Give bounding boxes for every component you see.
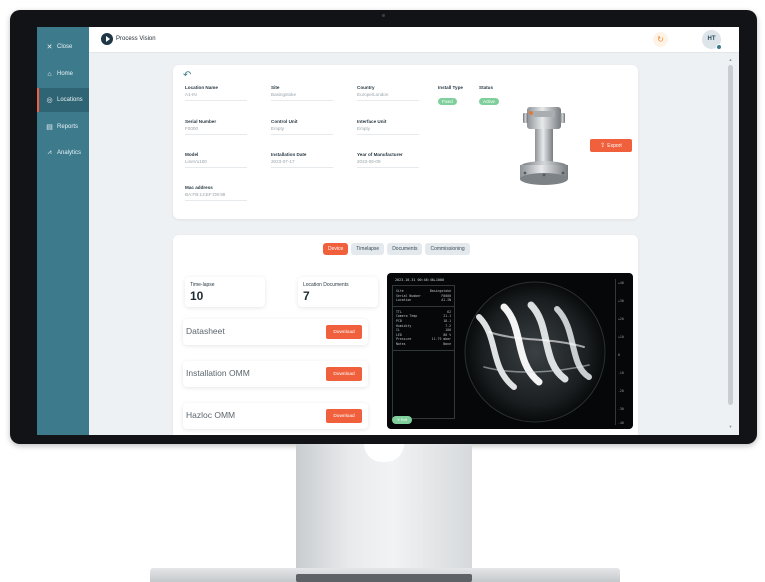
play-logo-icon [101, 33, 113, 45]
document-name: Datasheet [186, 326, 225, 336]
field-year-of-manufacturer: Year of Manufacturer 2023-06-09 [357, 152, 427, 168]
webcam-dot [382, 14, 385, 17]
sidebar-item-label: Close [57, 44, 73, 50]
sidebar-item-analytics[interactable]: ⩘ Analytics [37, 141, 89, 165]
camera-info-panel: Site Basingstoke Serial Number F0000 Locat… [392, 285, 455, 419]
install-type-badge: Fixed [438, 98, 457, 105]
depth-scale: +40 +30 +20 +10 0 -10 -20 -30 -40 [615, 279, 631, 425]
field-control-unit: Control Unit Empty [271, 119, 341, 135]
device-tabs: Device Timelapse Documents Commissioning [323, 243, 473, 255]
monitor-stand [296, 444, 472, 572]
field-serial-number: Serial Number F0000 [185, 119, 255, 135]
app-name: Process Vision [116, 36, 156, 42]
sidebar-item-reports[interactable]: ▤ Reports [37, 115, 89, 139]
online-status-dot [716, 44, 722, 50]
analytics-icon: ⩘ [47, 149, 52, 156]
camera-exit-button[interactable]: ✕ Exit [392, 416, 412, 424]
device-panel-card: Device Timelapse Documents Commissioning… [173, 235, 638, 435]
sidebar-item-locations[interactable]: ◎ Locations [37, 88, 89, 112]
field-installation-date: Installation Date 2023-07-17 [271, 152, 341, 168]
camera-view-image [464, 281, 606, 423]
avatar[interactable]: HT [702, 30, 722, 50]
document-row: Datasheet Download [183, 319, 368, 345]
monitor-base-slot [296, 574, 472, 582]
sidebar: ✕ Close ⌂ Home ◎ Locations ▤ Reports ⩘ A… [37, 27, 89, 435]
app-logo[interactable]: Process Vision [101, 33, 156, 45]
camera-viewer[interactable]: 2023-10-31 00:48:46+1000 Site Basingstoke… [387, 273, 633, 429]
field-interface-unit: Interface Unit Empty [357, 119, 427, 135]
document-name: Hazloc OMM [186, 410, 236, 420]
sidebar-item-close[interactable]: ✕ Close [37, 35, 89, 59]
camera-readings: TTL 62 Camera Temp 21.1 PCB 18.1 Humidity 7.… [393, 307, 454, 351]
field-country: Country Europe/London [357, 85, 427, 101]
tab-documents[interactable]: Documents [387, 243, 423, 255]
field-install-type: Install Type Fixed [438, 85, 463, 105]
reports-icon: ▤ [46, 124, 53, 131]
field-mac-address: Mac address BA:FB:13:EF:D8:98 [185, 185, 255, 201]
download-button[interactable]: Download [326, 325, 362, 339]
location-icon: ◎ [46, 97, 53, 104]
scroll-thumb[interactable] [728, 65, 733, 405]
tab-commissioning[interactable]: Commissioning [425, 243, 470, 255]
field-site: Site Basingstoke [271, 85, 341, 101]
sidebar-item-home[interactable]: ⌂ Home [37, 62, 89, 86]
status-badge: Active [479, 98, 499, 105]
download-button[interactable]: Download [326, 367, 362, 381]
scroll-up-icon[interactable]: ▲ [727, 57, 734, 62]
monitor-frame: ✕ Close ⌂ Home ◎ Locations ▤ Reports ⩘ A… [10, 10, 757, 444]
app-screen: ✕ Close ⌂ Home ◎ Locations ▤ Reports ⩘ A… [37, 27, 739, 435]
export-icon: ⇪ [600, 143, 606, 149]
scroll-down-icon[interactable]: ▼ [727, 424, 734, 429]
top-bar: Process Vision ↻ HT [89, 27, 739, 53]
close-icon: ✕ [46, 44, 53, 51]
location-details-card: ↶ Location Name A1-IN Site Basingstoke C… [173, 65, 638, 219]
camera-timestamp: 2023-10-31 00:48:46+1000 [395, 278, 444, 282]
main-scrollbar[interactable]: ▲ ▼ [727, 57, 734, 429]
sidebar-item-label: Reports [57, 124, 79, 130]
home-icon: ⌂ [47, 70, 52, 78]
avatar-initials: HT [707, 36, 716, 42]
document-row: Installation OMM Download [183, 361, 368, 387]
tab-timelapse[interactable]: Timelapse [351, 243, 385, 255]
export-button-label: Export [607, 142, 622, 149]
device-image [520, 107, 568, 185]
sidebar-item-label: Home [57, 71, 74, 77]
timelapse-stat[interactable]: Time-lapse 10 [185, 277, 265, 307]
field-model: Model LineVu100 [185, 152, 255, 168]
back-arrow-icon[interactable]: ↶ [183, 70, 191, 81]
tab-device[interactable]: Device [323, 243, 349, 255]
sync-icon[interactable]: ↻ [653, 32, 668, 47]
sidebar-item-label: Analytics [57, 150, 82, 156]
document-name: Installation OMM [186, 368, 250, 378]
camera-meta: Site Basingstoke Serial Number F0000 Locat… [393, 286, 454, 307]
download-button[interactable]: Download [326, 409, 362, 423]
export-button[interactable]: ⇪ Export [590, 139, 632, 152]
sidebar-item-label: Locations [57, 97, 83, 103]
location-documents-stat[interactable]: Location Documents 7 [298, 277, 378, 307]
field-location-name: Location Name A1-IN [185, 85, 255, 101]
document-row: Hazloc OMM Download [183, 403, 368, 429]
